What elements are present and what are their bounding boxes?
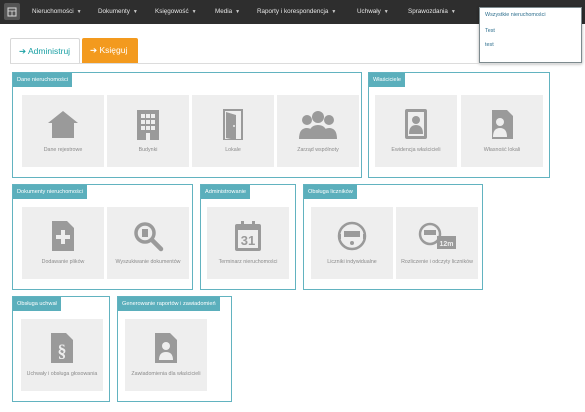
panel-title: Obsługa uchwał (13, 297, 61, 311)
tile-ewidencja-wlascicieli[interactable]: Ewidencja właścicieli (375, 95, 457, 167)
meter-reading-icon: 12m (418, 222, 456, 249)
house-icon (48, 111, 78, 138)
tile-label: Zawiadomienia dla właścicieli (131, 371, 201, 377)
meter-unit-label: 12m (439, 241, 453, 248)
paragraph-symbol: § (58, 341, 67, 361)
meter-icon (337, 221, 367, 251)
nav-sprawozdania[interactable]: Sprawozdania ▼ (408, 0, 456, 24)
panel-dokumenty-nieruchomosci: Dokumenty nieruchomości Dodawanie plików… (12, 184, 193, 290)
paragraph-doc-icon: § (51, 333, 73, 363)
tile-zawiadomienia[interactable]: Zawiadomienia dla właścicieli (125, 319, 207, 391)
nav-uchwaly[interactable]: Uchwały ▼ (357, 0, 389, 24)
home-button[interactable] (4, 3, 20, 20)
tab-ksieguj[interactable]: ➔ Księguj (82, 38, 138, 63)
tile-label: Dodawanie plików (41, 259, 85, 265)
property-dropdown[interactable]: Wszystkie nieruchomości Test test (479, 7, 582, 63)
calendar-icon: 31 (235, 221, 261, 251)
tile-lokale[interactable]: Lokale (192, 95, 274, 167)
nav-media[interactable]: Media ▼ (215, 0, 240, 24)
tile-terminarz-nieruchomosci[interactable]: 31 Terminarz nieruchomości (207, 207, 289, 279)
tile-label: Rozliczenie i odczyty liczników (401, 259, 473, 265)
panel-title: Obsługa liczników (304, 185, 357, 199)
panel-obsluga-licznikow: Obsługa liczników Liczniki indywidualne … (303, 184, 483, 290)
tile-dodawanie-plikow[interactable]: Dodawanie plików (22, 207, 104, 279)
owner-doc-icon (492, 110, 513, 139)
dropdown-option[interactable]: Test (485, 28, 495, 34)
tile-rozliczenie-odczyty[interactable]: 12m Rozliczenie i odczyty liczników (396, 207, 478, 279)
grid-icon (7, 7, 17, 16)
tile-label: Terminarz nieruchomości (218, 259, 278, 265)
add-file-icon (52, 221, 74, 251)
nav-dokumenty[interactable]: Dokumenty ▼ (98, 0, 138, 24)
tile-label: Zarząd wspólnoty (297, 147, 339, 153)
caret-down-icon: ▼ (450, 9, 456, 15)
caret-down-icon: ▼ (132, 9, 138, 15)
tile-label: Liczniki indywidualne (327, 259, 377, 265)
panel-wlasciciele: Właściciele Ewidencja właścicieli Własno… (368, 72, 550, 178)
notice-doc-icon (155, 333, 177, 363)
tile-label: Wyszukiwanie dokumentów (115, 259, 181, 265)
tile-budynki[interactable]: Budynki (107, 95, 189, 167)
tile-label: Ewidencja właścicieli (391, 147, 441, 153)
tile-liczniki-indywidualne[interactable]: Liczniki indywidualne (311, 207, 393, 279)
tile-label: Własność lokali (483, 147, 521, 153)
dropdown-option[interactable]: test (485, 42, 494, 48)
door-icon (223, 109, 243, 140)
tab-divider (10, 63, 582, 64)
tile-label: Budynki (138, 147, 158, 153)
building-icon (137, 110, 159, 140)
people-icon (299, 111, 337, 139)
owner-book-icon (405, 109, 427, 139)
tile-wlasnosc-lokali[interactable]: Własność lokali (461, 95, 543, 167)
tile-label: Dane rejestrowe (43, 147, 83, 153)
caret-down-icon: ▼ (191, 9, 197, 15)
caret-down-icon: ▼ (76, 9, 82, 15)
caret-down-icon: ▼ (235, 9, 241, 15)
tab-administruj[interactable]: ➔ Administruj (10, 38, 80, 63)
caret-down-icon: ▼ (331, 9, 337, 15)
tile-uchwaly-glosowanie[interactable]: § Uchwały i obsługa głosowania (21, 319, 103, 391)
panel-title: Generowanie raportów i zawiadomień (118, 297, 220, 311)
tile-wyszukiwanie-dokumentow[interactable]: Wyszukiwanie dokumentów (107, 207, 189, 279)
nav-nieruchomosci[interactable]: Nieruchomości ▼ (32, 0, 82, 24)
panel-obsluga-uchwal: Obsługa uchwał § Uchwały i obsługa głoso… (12, 296, 110, 402)
caret-down-icon: ▼ (383, 9, 389, 15)
panel-dane-nieruchomosci: Dane nieruchomości Dane rejestrowe Budyn… (12, 72, 362, 178)
tile-zarzad-wspolnoty[interactable]: Zarząd wspólnoty (277, 95, 359, 167)
tile-label: Uchwały i obsługa głosowania (26, 371, 98, 377)
tile-label: Lokale (225, 147, 241, 153)
panel-title: Właściciele (369, 73, 405, 87)
nav-ksiegowosc[interactable]: Księgowość ▼ (155, 0, 197, 24)
panel-title: Dane nieruchomości (13, 73, 72, 87)
dropdown-option[interactable]: Wszystkie nieruchomości (485, 12, 546, 18)
tile-dane-rejestrowe[interactable]: Dane rejestrowe (22, 95, 104, 167)
panel-title: Dokumenty nieruchomości (13, 185, 87, 199)
panel-generowanie-raportow: Generowanie raportów i zawiadomień Zawia… (117, 296, 232, 402)
panel-administrowanie: Administrowanie 31 Terminarz nieruchomoś… (200, 184, 296, 290)
search-doc-icon (134, 222, 164, 252)
nav-raporty[interactable]: Raporty i korespondencja ▼ (257, 0, 336, 24)
panel-title: Administrowanie (201, 185, 251, 199)
calendar-day-label: 31 (241, 233, 255, 248)
